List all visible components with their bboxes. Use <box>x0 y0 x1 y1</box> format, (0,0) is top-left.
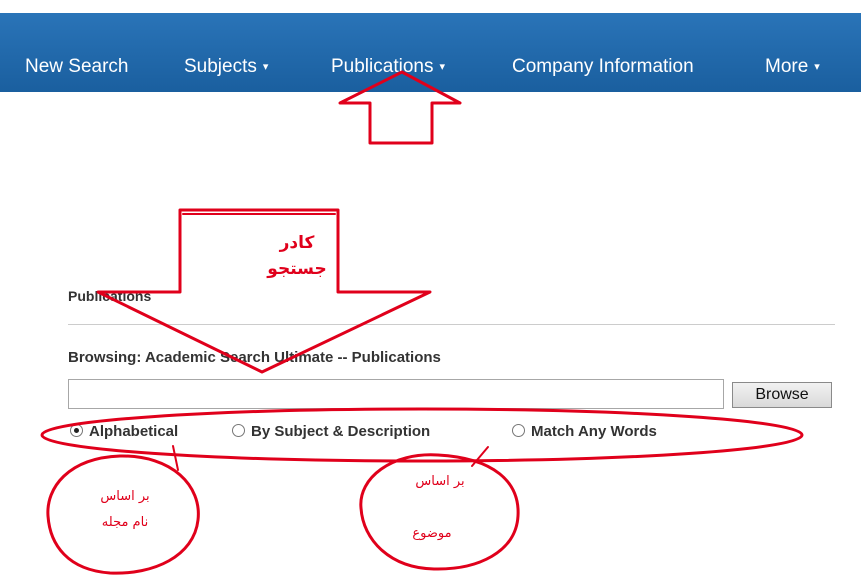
radio-selected-icon[interactable] <box>70 424 83 437</box>
nav-subjects[interactable]: Subjects ▾ <box>184 56 268 78</box>
chevron-down-icon: ▾ <box>814 61 820 73</box>
nav-publications-label: Publications <box>331 56 434 77</box>
journal-name-note-line2: نام مجله <box>101 515 149 530</box>
journal-name-note-line1: بر اساس <box>100 489 150 504</box>
nav-company-information[interactable]: Company Information <box>512 56 694 78</box>
nav-publications[interactable]: Publications ▾ <box>331 56 445 78</box>
search-input[interactable] <box>68 379 724 409</box>
divider <box>68 324 835 325</box>
nav-new-search-label: New Search <box>25 56 129 77</box>
search-frame-note-line1: کادر <box>279 233 315 253</box>
nav-more-label: More <box>765 56 809 77</box>
radio-alphabetical-label: Alphabetical <box>89 423 179 440</box>
subject-circle-annotation <box>359 453 520 571</box>
browsing-label: Browsing: Academic Search Ultimate -- Pu… <box>68 349 441 366</box>
subject-note-line1: بر اساس <box>415 474 465 489</box>
radio-alphabetical[interactable]: Alphabetical <box>70 423 178 440</box>
radio-unselected-icon[interactable] <box>512 424 525 437</box>
radio-by-subject-label: By Subject & Description <box>251 423 431 440</box>
radio-match-any-words[interactable]: Match Any Words <box>512 423 657 440</box>
top-navigation-bar: New Search Subjects ▾ Publications ▾ Compa… <box>0 13 861 92</box>
chevron-down-icon: ▾ <box>439 61 445 73</box>
radio-unselected-icon[interactable] <box>232 424 245 437</box>
section-title: Publications <box>68 288 152 304</box>
chevron-down-icon: ▾ <box>262 61 269 73</box>
radio-match-any-words-label: Match Any Words <box>531 423 657 440</box>
nav-new-search[interactable]: New Search <box>25 56 129 78</box>
subject-note-line2: موضوع <box>412 526 452 541</box>
radio-by-subject[interactable]: By Subject & Description <box>232 423 430 440</box>
browse-button[interactable]: Browse <box>732 382 832 408</box>
search-frame-note-line2: جستجو <box>267 259 327 279</box>
nav-subjects-label: Subjects <box>184 56 257 77</box>
nav-company-information-label: Company Information <box>512 56 694 77</box>
nav-more[interactable]: More ▾ <box>765 56 820 78</box>
